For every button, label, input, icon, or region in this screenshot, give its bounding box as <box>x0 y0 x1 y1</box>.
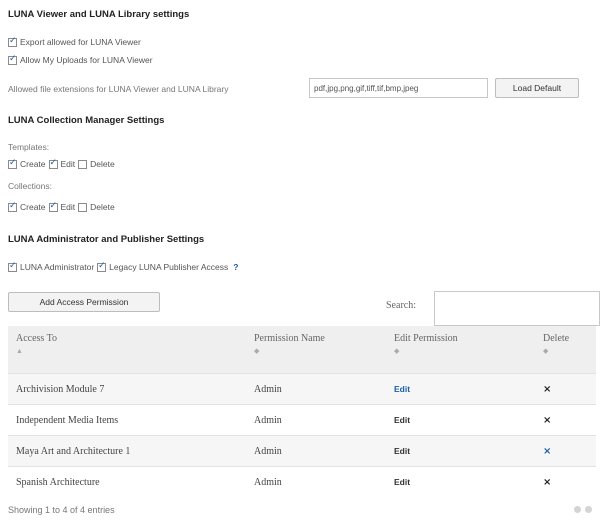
templates-delete-checkbox[interactable] <box>78 159 88 169</box>
collections-create-checkbox[interactable] <box>8 201 17 212</box>
search-input[interactable] <box>434 291 600 326</box>
legacy-publisher-checkbox[interactable] <box>97 261 107 272</box>
templates-edit-checkbox[interactable] <box>48 158 58 169</box>
edit-cell: Edit <box>386 404 535 436</box>
delete-icon[interactable]: × <box>543 384 551 395</box>
export-allowed-checkbox[interactable] <box>8 36 17 47</box>
header-delete[interactable]: Delete ◆ <box>535 326 596 374</box>
templates-delete-label: Delete <box>90 159 115 169</box>
sort-icon[interactable]: ▲ <box>16 347 238 355</box>
header-delete-label: Delete <box>543 333 570 344</box>
table-header-row: Access To ▲ Permission Name ◆ Edit Permiss… <box>8 326 596 374</box>
next-page-button[interactable] <box>585 506 592 513</box>
export-allowed-option[interactable]: Export allowed for LUNA Viewer <box>8 36 141 47</box>
luna-administrator-label: LUNA Administrator <box>20 262 95 272</box>
header-edit-permission-label: Edit Permission <box>394 333 458 344</box>
collections-delete-label: Delete <box>90 202 115 212</box>
access-to-cell: Archivision Module 7 <box>8 373 246 405</box>
collections-delete-checkbox[interactable] <box>78 202 88 212</box>
luna-administrator-checkbox[interactable] <box>8 261 17 272</box>
access-to-cell: Independent Media Items <box>8 404 246 436</box>
permission-name-cell: Admin <box>246 435 386 467</box>
templates-permissions: Create Edit Delete <box>8 158 115 169</box>
luna-settings-page: LUNA Viewer and LUNA Library settings Ex… <box>0 0 602 522</box>
templates-create-checkbox[interactable] <box>8 158 17 169</box>
delete-cell: × <box>535 373 596 405</box>
permission-name-cell: Admin <box>246 466 386 497</box>
templates-label: Templates: <box>8 142 50 152</box>
extensions-input[interactable]: pdf,jpg,png,gif,tiff,tif,bmp,jpeg <box>309 78 488 98</box>
sort-icon[interactable]: ◆ <box>394 347 527 355</box>
edit-link[interactable]: Edit <box>394 477 410 487</box>
collections-permissions: Create Edit Delete <box>8 201 115 212</box>
search-label: Search: <box>386 300 416 311</box>
add-access-permission-button[interactable]: Add Access Permission <box>8 292 160 312</box>
edit-link[interactable]: Edit <box>394 384 410 394</box>
table-row: Spanish Architecture Admin Edit × <box>8 466 596 497</box>
collections-create-label: Create <box>20 202 46 212</box>
templates-edit-label: Edit <box>60 159 76 169</box>
header-access-to-label: Access To <box>16 333 58 344</box>
help-icon[interactable]: ? <box>233 262 238 272</box>
delete-cell: × <box>535 466 596 497</box>
extensions-label: Allowed file extensions for LUNA Viewer … <box>8 84 229 94</box>
delete-cell: × <box>535 435 596 467</box>
table-row: Maya Art and Architecture 1 Admin Edit × <box>8 435 596 467</box>
header-permission-name[interactable]: Permission Name ◆ <box>246 326 386 374</box>
delete-icon[interactable]: × <box>543 415 551 426</box>
permission-name-cell: Admin <box>246 404 386 436</box>
viewer-section-title: LUNA Viewer and LUNA Library settings <box>8 9 190 20</box>
delete-cell: × <box>535 404 596 436</box>
admin-permissions: LUNA Administrator Legacy LUNA Publisher… <box>8 261 238 272</box>
table-row: Independent Media Items Admin Edit × <box>8 404 596 436</box>
edit-link[interactable]: Edit <box>394 415 410 425</box>
table-info: Showing 1 to 4 of 4 entries <box>8 505 115 515</box>
edit-cell: Edit <box>386 435 535 467</box>
access-permissions-table: Access To ▲ Permission Name ◆ Edit Permiss… <box>8 326 596 497</box>
edit-link[interactable]: Edit <box>394 446 410 456</box>
sort-icon[interactable]: ◆ <box>543 347 588 355</box>
header-permission-name-label: Permission Name <box>254 333 325 344</box>
load-default-button[interactable]: Load Default <box>495 78 579 98</box>
templates-create-label: Create <box>20 159 46 169</box>
access-to-cell: Spanish Architecture <box>8 466 246 497</box>
header-access-to[interactable]: Access To ▲ <box>8 326 246 374</box>
collections-edit-checkbox[interactable] <box>48 201 58 212</box>
collection-manager-title: LUNA Collection Manager Settings <box>8 115 165 126</box>
sort-icon[interactable]: ◆ <box>254 347 378 355</box>
edit-cell: Edit <box>386 466 535 497</box>
collections-edit-label: Edit <box>60 202 76 212</box>
pagination <box>574 506 592 513</box>
edit-cell: Edit <box>386 373 535 405</box>
previous-page-button[interactable] <box>574 506 581 513</box>
collections-label: Collections: <box>8 181 52 191</box>
header-edit-permission[interactable]: Edit Permission ◆ <box>386 326 535 374</box>
permission-name-cell: Admin <box>246 373 386 405</box>
allow-uploads-option[interactable]: Allow My Uploads for LUNA Viewer <box>8 54 153 65</box>
table-row: Archivision Module 7 Admin Edit × <box>8 373 596 405</box>
delete-icon[interactable]: × <box>543 477 551 488</box>
legacy-publisher-label: Legacy LUNA Publisher Access <box>109 262 229 272</box>
delete-icon[interactable]: × <box>543 446 551 457</box>
allow-uploads-checkbox[interactable] <box>8 54 17 65</box>
allow-uploads-label: Allow My Uploads for LUNA Viewer <box>20 55 153 65</box>
admin-section-title: LUNA Administrator and Publisher Setting… <box>8 234 205 245</box>
export-allowed-label: Export allowed for LUNA Viewer <box>20 37 141 47</box>
access-to-cell: Maya Art and Architecture 1 <box>8 435 246 467</box>
